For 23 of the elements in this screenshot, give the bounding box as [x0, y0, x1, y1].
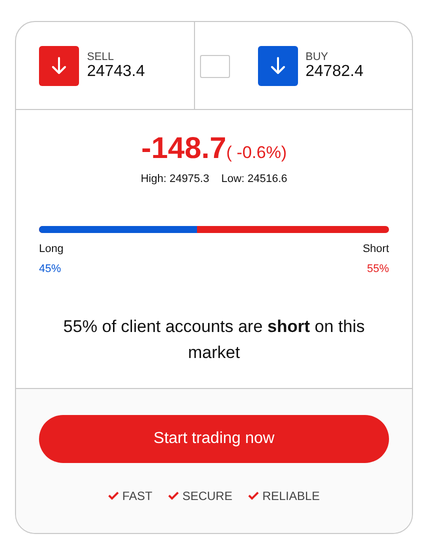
quote-label: BUY [306, 50, 330, 63]
quote-price: 24782.4 [306, 62, 364, 80]
low-price: Low: 24516.6 [221, 172, 288, 187]
sentiment-summary: 55% of client accounts are short on this market [62, 316, 366, 364]
quote-price: 24743.4 [87, 62, 145, 80]
quote-label: SELL [87, 50, 115, 63]
start-trading-button[interactable]: Start trading now [39, 414, 389, 462]
feature-label: FAST [122, 488, 152, 504]
price-change: -148.7 [141, 132, 226, 165]
check-icon [248, 491, 260, 500]
check-icon [168, 491, 180, 500]
arrow-down-icon[interactable] [39, 46, 79, 86]
long-percent: 45% [39, 262, 62, 277]
feature-label: SECURE [182, 488, 232, 504]
long-label: Long [39, 242, 64, 256]
high-price: High: 24975.3 [140, 172, 210, 187]
short-percent: 55% [366, 262, 389, 277]
short-label: Short [362, 242, 389, 256]
percent-change: ( -0.6%) [226, 143, 287, 162]
feature-label: RELIABLE [262, 488, 320, 504]
check-icon [108, 491, 120, 500]
spread-box [200, 55, 230, 78]
arrow-down-icon[interactable] [258, 46, 298, 86]
